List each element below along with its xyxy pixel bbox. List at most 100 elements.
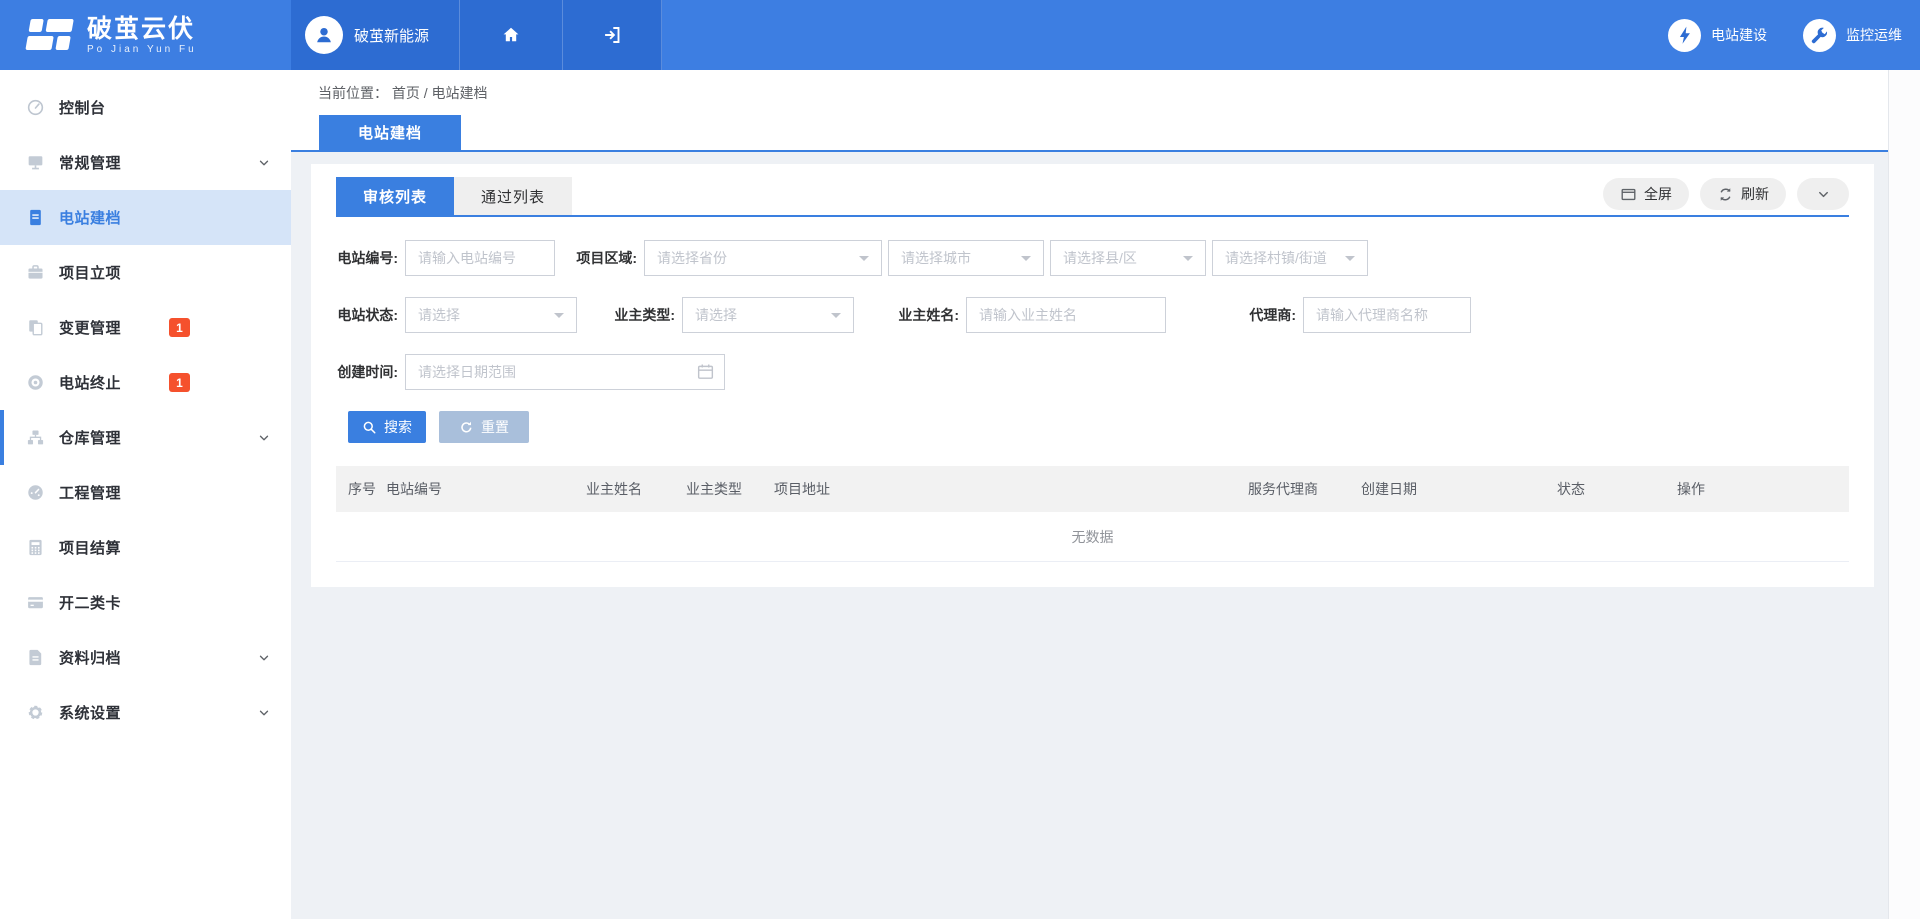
card-icon	[25, 593, 45, 613]
owner-name-input[interactable]	[966, 297, 1166, 333]
agent-input[interactable]	[1303, 297, 1471, 333]
sidebar-item-engineering-management[interactable]: 工程管理	[0, 465, 291, 520]
breadcrumb-prefix: 当前位置：	[318, 85, 388, 101]
caret-down-icon	[831, 313, 841, 323]
home-button[interactable]	[460, 0, 563, 70]
station-no-input[interactable]	[405, 240, 555, 276]
station-status-label: 电站状态:	[336, 305, 398, 325]
pages-icon	[25, 318, 45, 338]
search-button[interactable]: 搜索	[348, 411, 426, 443]
sidebar-item-label: 项目立项	[59, 262, 121, 283]
caret-down-icon	[554, 313, 564, 323]
filter-row-2: 电站状态: 请选择 业主类型: 请选择 业主姓名: 代理商:	[336, 297, 1849, 333]
status-badge: 1	[169, 373, 190, 392]
caret-down-icon	[859, 256, 869, 266]
fullscreen-button[interactable]: 全屏	[1603, 178, 1689, 210]
town-select[interactable]: 请选择村镇/街道	[1212, 240, 1368, 276]
collapse-button[interactable]	[1797, 178, 1849, 210]
sidebar-item-general-management[interactable]: 常规管理	[0, 135, 291, 190]
breadcrumb-path: 首页 / 电站建档	[392, 85, 488, 101]
sidebar-item-project-initiation[interactable]: 项目立项	[0, 245, 291, 300]
sidebar-item-system-settings[interactable]: 系统设置	[0, 685, 291, 740]
sidebar-item-change-management[interactable]: 变更管理 1	[0, 300, 291, 355]
document-icon	[25, 208, 45, 228]
agent-label: 代理商:	[1234, 305, 1296, 325]
panel-actions: 全屏 刷新	[1603, 178, 1849, 210]
user-menu[interactable]: 破茧新能源	[291, 0, 460, 70]
owner-type-select[interactable]: 请选择	[682, 297, 854, 333]
tab-review-list[interactable]: 审核列表	[336, 177, 454, 215]
sidebar-item-data-archive[interactable]: 资料归档	[0, 630, 291, 685]
gauge-icon	[25, 98, 45, 118]
sidebar-item-label: 系统设置	[59, 702, 121, 723]
filter-buttons: 搜索 重置	[348, 411, 1849, 443]
top-header: 破茧云伏 Po Jian Yun Fu 破茧新能源	[0, 0, 1920, 70]
header-nav-group: 破茧新能源	[291, 0, 662, 70]
col-service-agent: 服务代理商	[1248, 479, 1361, 499]
brand-subtitle: Po Jian Yun Fu	[87, 44, 197, 55]
date-range-input[interactable]	[405, 354, 725, 390]
province-select[interactable]: 请选择省份	[644, 240, 882, 276]
sidebar-item-type2-card[interactable]: 开二类卡	[0, 575, 291, 630]
col-owner-name: 业主姓名	[586, 479, 686, 499]
content-area: 审核列表 通过列表 全屏 刷新	[291, 154, 1888, 919]
sidebar-item-project-settlement[interactable]: 项目结算	[0, 520, 291, 575]
reset-button[interactable]: 重置	[439, 411, 529, 443]
filter-form: 电站编号: 项目区域: 请选择省份 请选择城市 请选择县/区	[336, 217, 1849, 390]
table-header-row: 序号 电站编号 业主姓名 业主类型 项目地址 服务代理商 创建日期 状态 操作	[336, 466, 1849, 512]
logout-button[interactable]	[563, 0, 662, 70]
sidebar-item-warehouse-management[interactable]: 仓库管理	[0, 410, 291, 465]
col-owner-type: 业主类型	[686, 479, 774, 499]
city-select[interactable]: 请选择城市	[888, 240, 1044, 276]
chevron-down-icon	[257, 156, 271, 175]
gear-icon	[25, 703, 45, 723]
col-station-no: 电站编号	[386, 479, 586, 499]
county-select[interactable]: 请选择县/区	[1050, 240, 1206, 276]
nav-monitoring-ops[interactable]: 监控运维	[1803, 19, 1902, 52]
circle-dot-icon	[25, 373, 45, 393]
sidebar-item-label: 工程管理	[59, 482, 121, 503]
header-right: 电站建设 监控运维	[1632, 0, 1920, 70]
brand-title: 破茧云伏	[87, 16, 197, 42]
fullscreen-icon	[1620, 186, 1637, 203]
refresh-icon	[1717, 186, 1734, 203]
station-no-label: 电站编号:	[336, 248, 398, 268]
refresh-button[interactable]: 刷新	[1700, 178, 1786, 210]
sidebar: 控制台 常规管理 电站建档 项目立项	[0, 70, 291, 919]
nav-station-construction[interactable]: 电站建设	[1668, 19, 1767, 52]
monitor-icon	[25, 153, 45, 173]
header-spacer	[662, 0, 1632, 70]
col-actions: 操作	[1677, 479, 1849, 499]
page-scrollbar[interactable]	[1888, 70, 1920, 919]
sidebar-item-station-termination[interactable]: 电站终止 1	[0, 355, 291, 410]
dial-icon	[25, 483, 45, 503]
page-tab-station-filing[interactable]: 电站建档	[319, 115, 461, 150]
sidebar-item-console[interactable]: 控制台	[0, 80, 291, 135]
owner-type-label: 业主类型:	[613, 305, 675, 325]
col-project-address: 项目地址	[774, 479, 1248, 499]
breadcrumb: 当前位置： 首页 / 电站建档	[318, 83, 488, 103]
active-indicator-bar	[0, 410, 4, 465]
chevron-down-icon	[257, 431, 271, 450]
fullscreen-label: 全屏	[1644, 184, 1672, 204]
avatar	[305, 16, 343, 54]
tab-passed-list[interactable]: 通过列表	[454, 177, 572, 215]
archive-file-icon	[25, 648, 45, 668]
table-empty-state: 无数据	[336, 512, 1849, 562]
page-topbar: 当前位置： 首页 / 电站建档 电站建档	[291, 70, 1888, 152]
date-range-picker[interactable]	[405, 354, 725, 390]
briefcase-icon	[25, 263, 45, 283]
sidebar-item-station-filing[interactable]: 电站建档	[0, 190, 291, 245]
panel-card: 审核列表 通过列表 全屏 刷新	[311, 164, 1874, 587]
col-status: 状态	[1557, 479, 1677, 499]
filter-row-1: 电站编号: 项目区域: 请选择省份 请选择城市 请选择县/区	[336, 240, 1849, 276]
create-time-label: 创建时间:	[336, 362, 398, 382]
station-status-select[interactable]: 请选择	[405, 297, 577, 333]
sidebar-item-label: 变更管理	[59, 317, 121, 338]
status-badge: 1	[169, 318, 190, 337]
filter-row-3: 创建时间:	[336, 354, 1849, 390]
sidebar-item-label: 常规管理	[59, 152, 121, 173]
sidebar-item-label: 开二类卡	[59, 592, 121, 613]
wrench-icon	[1810, 26, 1829, 45]
col-index: 序号	[348, 479, 386, 499]
